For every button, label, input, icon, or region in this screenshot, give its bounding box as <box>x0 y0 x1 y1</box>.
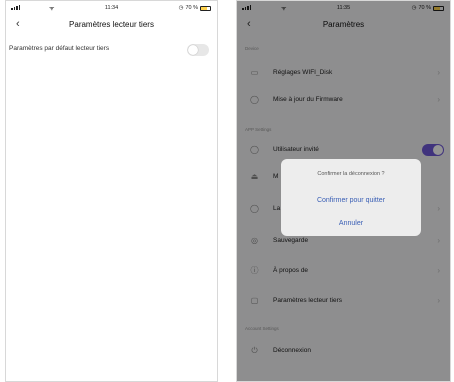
logout-confirm-dialog: Confirmer la déconnexion ? Confirmer pou… <box>281 159 421 236</box>
cancel-button[interactable]: Annuler <box>281 220 421 227</box>
default-player-row: Paramètres par défaut lecteur tiers <box>9 39 211 61</box>
default-player-label: Paramètres par défaut lecteur tiers <box>9 45 110 52</box>
battery-percent: 70 % <box>185 5 198 11</box>
confirm-quit-button[interactable]: Confirmer pour quitter <box>281 197 421 204</box>
alarm-icon: ◷ <box>178 5 184 11</box>
battery-icon <box>200 5 211 11</box>
nav-bar: ‹ Paramètres lecteur tiers <box>6 16 217 34</box>
page-title: Paramètres lecteur tiers <box>69 20 154 29</box>
right-screen: ᯤ 11:35 ◷ 70 % ‹ Paramètres Device ▭ Rég… <box>236 0 451 382</box>
left-screen: ᯤ 11:34 ◷ 70 % ‹ Paramètres lecteur tier… <box>5 0 218 382</box>
default-player-toggle[interactable] <box>187 44 209 56</box>
dialog-message: Confirmer la déconnexion ? <box>317 171 385 177</box>
status-bar: ᯤ 11:34 ◷ 70 % <box>6 1 217 15</box>
